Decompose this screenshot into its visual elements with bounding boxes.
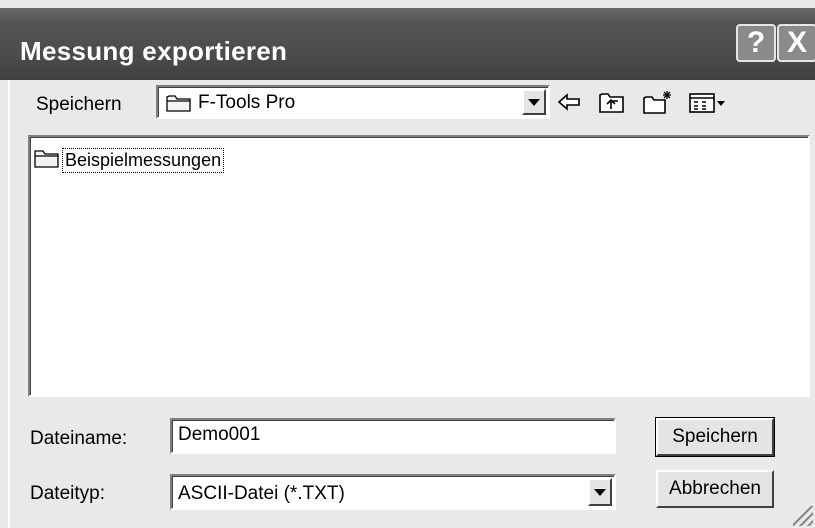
save-in-label: Speichern [36,94,122,115]
save-in-value: F-Tools Pro [198,92,296,113]
chevron-down-icon[interactable] [588,478,612,506]
filetype-select[interactable]: ASCII-Datei (*.TXT) [170,474,616,510]
list-item-label: Beispielmessungen [62,148,225,173]
folder-icon [34,147,60,174]
chevron-down-icon[interactable] [522,89,546,115]
folder-icon [166,93,192,118]
resize-grip-icon[interactable] [793,506,813,526]
cancel-button[interactable]: Abbrechen [656,470,774,508]
filetype-value: ASCII-Datei (*.TXT) [178,483,345,504]
filetype-label: Dateityp: [30,483,105,504]
close-button[interactable]: X [777,24,815,62]
save-button[interactable]: Speichern [655,417,775,457]
view-menu-icon[interactable] [688,89,728,115]
window-title: Messung exportieren [20,36,288,66]
list-item[interactable]: Beispielmessungen [34,147,225,174]
save-in-combobox[interactable]: F-Tools Pro [156,85,550,119]
back-arrow-icon[interactable] [556,89,582,115]
up-folder-icon[interactable] [598,89,626,115]
file-list[interactable]: Beispielmessungen [28,135,810,397]
filename-label: Dateiname: [30,428,128,449]
title-bar[interactable]: Messung exportieren ? X [0,8,815,80]
new-folder-icon[interactable] [642,89,674,115]
filename-input[interactable]: Demo001 [170,418,616,454]
help-button[interactable]: ? [736,24,776,62]
